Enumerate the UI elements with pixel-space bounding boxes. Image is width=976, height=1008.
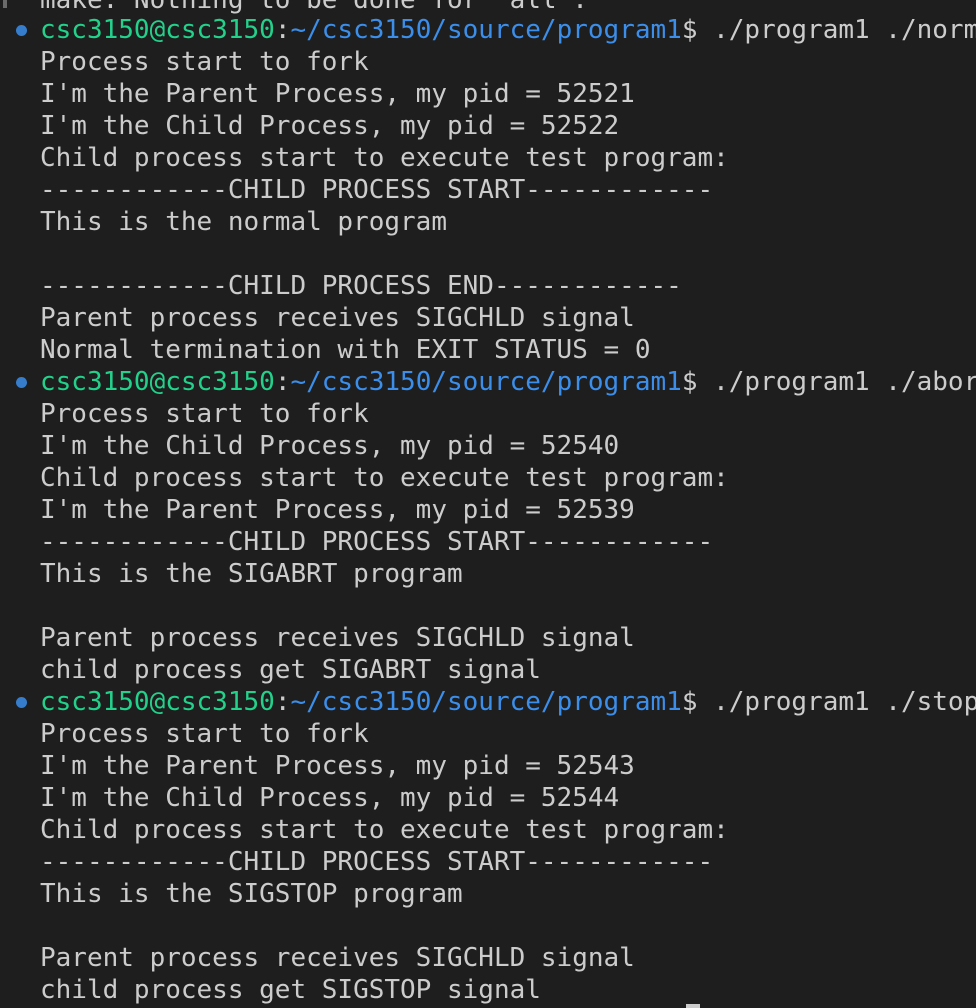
command-decoration-icon[interactable]: [16, 697, 27, 708]
terminal-cursor: [686, 1004, 700, 1008]
prompt-colon: :: [274, 367, 291, 397]
prompt-path: ~/csc3150/source/program1: [290, 367, 682, 397]
terminal-output-line: ------------CHILD PROCESS START---------…: [40, 175, 714, 205]
prompt-line: csc3150@csc3150:~/csc3150/source/program…: [40, 14, 976, 46]
prompt-user: csc3150@csc3150: [40, 15, 275, 45]
terminal-output-line: I'm the Parent Process, my pid = 52539: [40, 495, 635, 525]
terminal-output-line: Normal termination with EXIT STATUS = 0: [40, 335, 651, 365]
terminal-output-line: ------------CHILD PROCESS START---------…: [40, 847, 714, 877]
command-text: ./program1 ./abort: [697, 367, 976, 397]
prompt-path: ~/csc3150/source/program1: [290, 15, 682, 45]
prompt-user: csc3150@csc3150: [40, 367, 275, 397]
terminal-output-line: ------------CHILD PROCESS START---------…: [40, 527, 714, 557]
prompt-line: csc3150@csc3150:~/csc3150/source/program…: [40, 366, 976, 398]
prompt-dollar: $: [681, 687, 698, 717]
prompt-user: csc3150@csc3150: [40, 687, 275, 717]
terminal-output-line: I'm the Child Process, my pid = 52540: [40, 431, 620, 461]
terminal-output-line: This is the SIGSTOP program: [40, 879, 463, 909]
prompt-dollar: $: [681, 367, 698, 397]
terminal-output-line: This is the normal program: [40, 207, 447, 237]
scroll-indicator: [3, 0, 7, 8]
terminal-output-line: Parent process receives SIGCHLD signal: [40, 623, 635, 653]
command-decoration-icon[interactable]: [16, 377, 27, 388]
prompt-colon: :: [274, 687, 291, 717]
terminal-output-line: Process start to fork: [40, 47, 369, 77]
command-text: ./program1 ./normal: [713, 15, 976, 45]
terminal-output-line: child process get SIGSTOP signal: [40, 975, 541, 1005]
terminal-output-line: I'm the Parent Process, my pid = 52521: [40, 79, 635, 109]
terminal-output-line: I'm the Child Process, my pid = 52522: [40, 111, 620, 141]
terminal-output-line: This is the SIGABRT program: [40, 559, 463, 589]
terminal-output-line: Child process start to execute test prog…: [40, 143, 729, 173]
terminal-output-line: Parent process receives SIGCHLD signal: [40, 943, 635, 973]
prompt-line: csc3150@csc3150:~/csc3150/source/program…: [40, 686, 976, 718]
terminal-output-line: Process start to fork: [40, 399, 369, 429]
prompt-colon: :: [274, 15, 291, 45]
terminal-output-line: Parent process receives SIGCHLD signal: [40, 303, 635, 333]
terminal-output-line: I'm the Parent Process, my pid = 52543: [40, 751, 635, 781]
command-decoration-icon[interactable]: [16, 25, 27, 36]
command-text: ./program1 ./stop: [697, 687, 976, 717]
terminal-output-line: ------------CHILD PROCESS END-----------…: [40, 271, 682, 301]
terminal-output-line: child process get SIGABRT signal: [40, 655, 541, 685]
terminal-window[interactable]: make: Nothing to be done for `all'. csc3…: [0, 0, 976, 1008]
prompt-dollar: $: [681, 15, 698, 45]
terminal-output-line: I'm the Child Process, my pid = 52544: [40, 783, 620, 813]
terminal-output-line: Child process start to execute test prog…: [40, 815, 729, 845]
prompt-path: ~/csc3150/source/program1: [290, 687, 682, 717]
terminal-output-line: Child process start to execute test prog…: [40, 463, 729, 493]
terminal-output-line: Process start to fork: [40, 719, 369, 749]
